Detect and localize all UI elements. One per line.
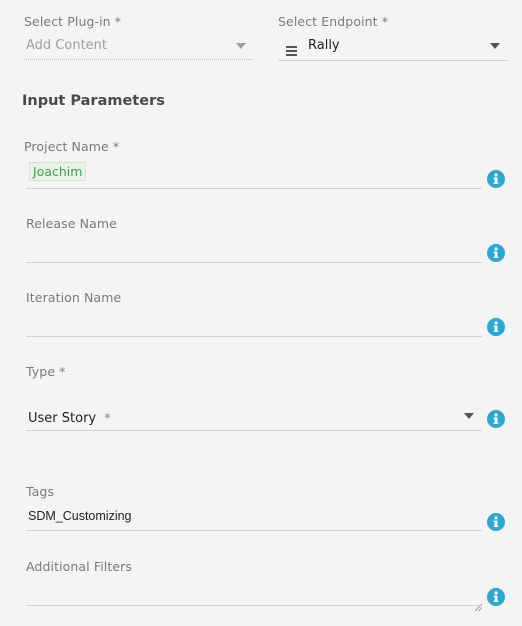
iteration-input[interactable] [26,311,482,337]
project-field[interactable]: Joachim [26,160,482,189]
project-underline [26,188,482,189]
iteration-label: Iteration Name [26,290,122,305]
resize-handle-icon[interactable] [474,596,483,612]
type-underline [26,430,482,431]
project-chip[interactable]: Joachim [29,162,87,181]
server-icon [286,41,297,56]
endpoint-value: Rally [308,38,340,53]
filters-underline [26,605,482,606]
filters-textarea[interactable] [26,580,483,612]
release-underline [26,262,482,263]
info-icon[interactable] [487,513,505,531]
info-icon[interactable] [487,588,505,606]
plugin-underline [24,59,253,60]
chevron-down-icon [236,43,246,49]
project-label-text: Project Name [24,139,109,154]
tags-value: SDM_Customizing [28,509,132,523]
release-label: Release Name [26,216,117,231]
section-title: Input Parameters [22,93,165,109]
info-icon[interactable] [487,318,505,336]
tags-input[interactable]: SDM_Customizing [26,505,482,531]
plugin-select[interactable]: Add Content [24,36,253,60]
type-label: Type * [26,364,66,379]
info-icon[interactable] [487,244,505,262]
endpoint-label: Select Endpoint * [278,14,389,29]
endpoint-select[interactable]: Rally [278,35,508,61]
filters-label: Additional Filters [26,559,132,574]
endpoint-underline [278,60,508,61]
required-mark: * [104,411,111,425]
chevron-down-icon [464,413,474,419]
info-icon[interactable] [487,410,505,428]
type-value-wrap: User Story * [28,407,110,426]
release-input[interactable] [26,237,482,263]
required-mark: * [112,139,120,154]
type-value: User Story [28,411,97,426]
tags-underline [26,530,482,531]
type-select[interactable]: User Story * [26,404,482,431]
iteration-underline [26,336,482,337]
plugin-label: Select Plug-in * [24,14,122,29]
tags-label: Tags [26,484,55,499]
chevron-down-icon [490,43,500,49]
info-icon[interactable] [487,170,505,188]
project-label: Project Name * [24,139,119,154]
plugin-placeholder: Add Content [26,38,108,53]
